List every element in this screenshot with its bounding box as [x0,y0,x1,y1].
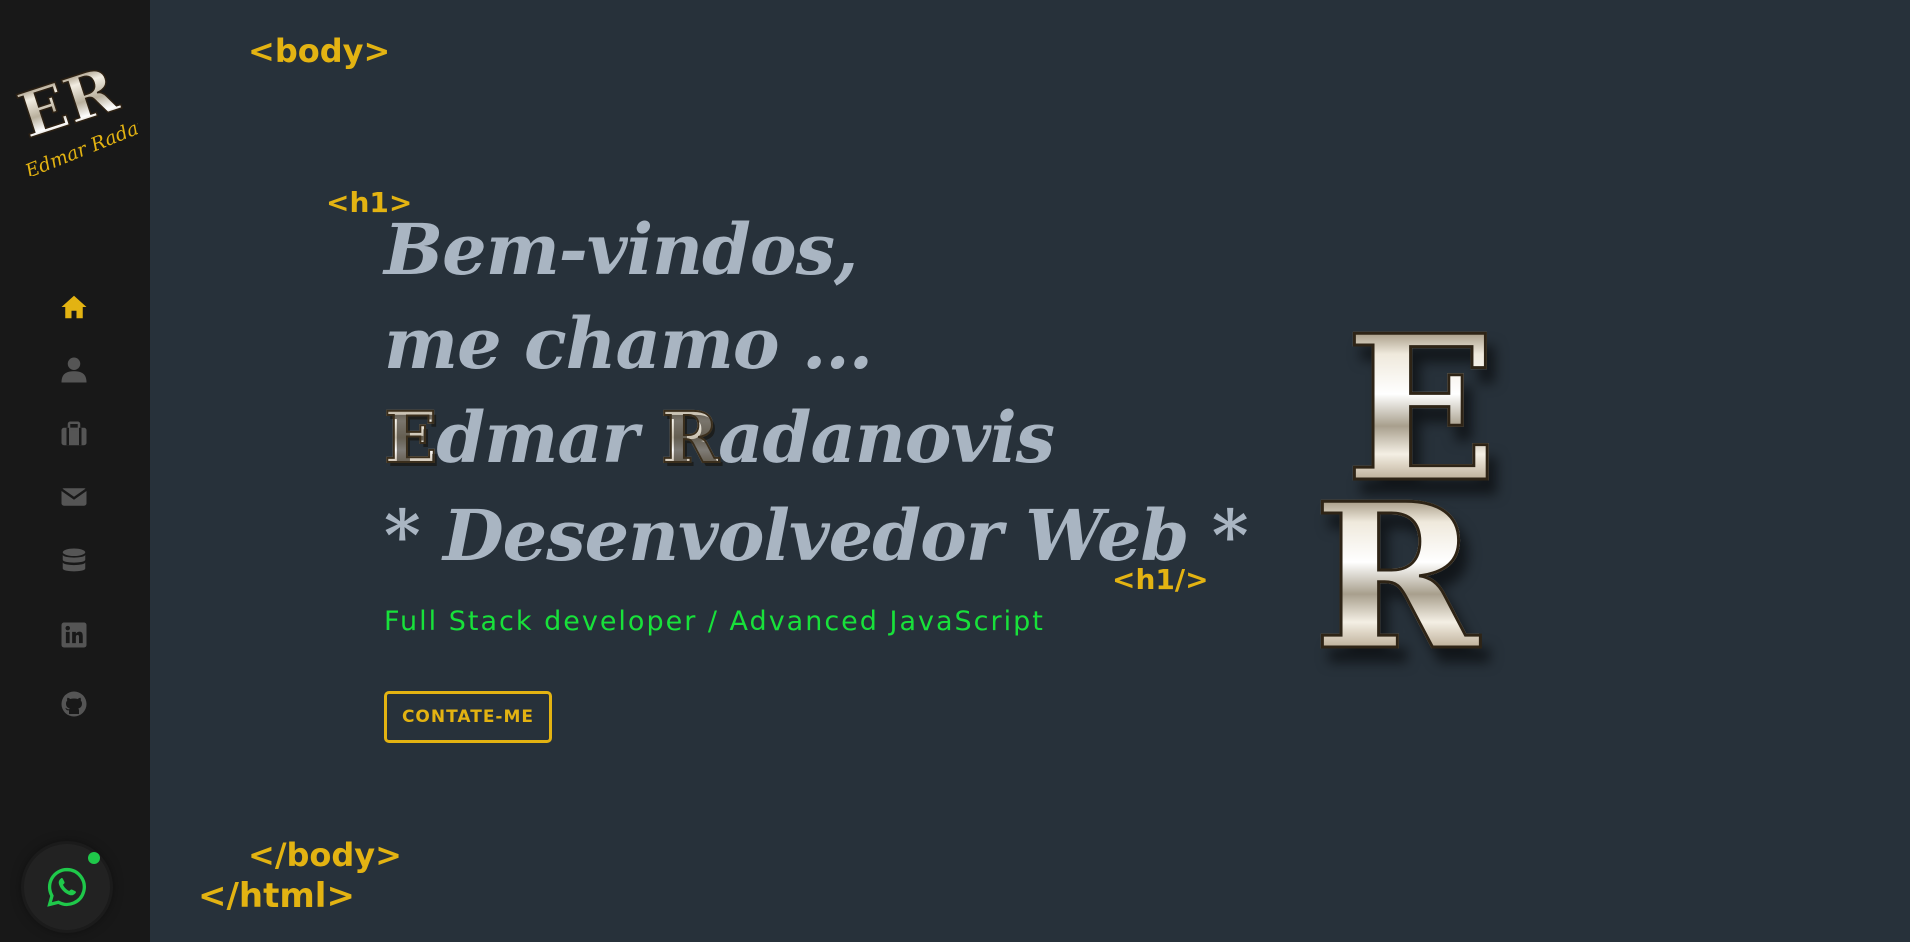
database-icon[interactable] [57,544,91,578]
whatsapp-button[interactable] [24,844,110,930]
contact-me-button[interactable]: CONTATE-ME [384,691,552,743]
linkedin-icon[interactable] [57,618,91,652]
name-initial-r: R [660,395,720,480]
hero-line-welcome: Bem-vindos, [384,208,858,291]
hero-line-name: Edmar Radanovis [383,395,1055,480]
code-tag-h1-close: <h1/> [1112,563,1209,596]
hero-line-intro: me chamo ... [384,302,873,385]
home-icon[interactable] [57,290,91,324]
envelope-icon[interactable] [57,480,91,514]
briefcase-icon[interactable] [57,417,91,451]
whatsapp-icon [47,867,86,907]
first-name-rest: dmar [436,396,638,479]
er-logo-image: E R [1305,308,1635,679]
site-logo[interactable]: ER Edmar Radanovis [9,46,189,183]
logo-letter-r: R [1311,460,1480,695]
user-icon[interactable] [57,353,91,387]
last-name-rest: adanovis [718,396,1055,479]
sidebar: ER Edmar Radanovis [0,0,189,942]
code-tag-body-open: <body> [248,32,391,70]
hero-subtitle: Full Stack developer / Advanced JavaScri… [384,606,1045,637]
online-status-dot [88,852,100,864]
github-icon[interactable] [57,687,91,721]
code-tag-body-close: </body> [248,836,402,874]
name-initial-e: E [383,395,438,480]
code-tag-html-close: </html> [198,876,355,916]
